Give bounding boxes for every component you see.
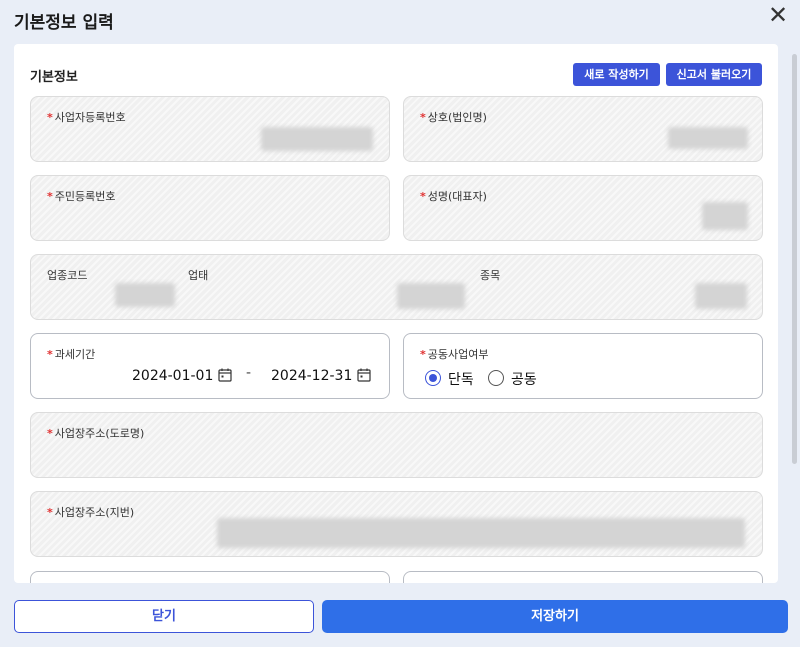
save-button[interactable]: 저장하기 xyxy=(322,600,788,633)
tax-period-field: * 과세기간 2024-01-01 - 2024-12-31 xyxy=(30,333,390,399)
modal-header: 기본정보 입력 ✕ xyxy=(0,0,800,44)
required-mark: * xyxy=(47,190,53,203)
date-separator: - xyxy=(246,365,252,381)
company-name-label: 상호(법인명) xyxy=(427,111,487,124)
business-type-label: 업태 xyxy=(188,269,209,282)
close-icon[interactable]: ✕ xyxy=(764,3,792,28)
business-reg-no-field[interactable]: * 사업자등록번호 xyxy=(30,96,390,162)
form-content: 기본정보 새로 작성하기 신고서 불러오기 * 사업자등록번호 * 상호(법인명) … xyxy=(14,44,778,583)
required-mark: * xyxy=(47,348,53,361)
new-write-button[interactable]: 새로 작성하기 xyxy=(573,63,660,86)
redacted-value xyxy=(702,202,748,230)
radio-single[interactable] xyxy=(425,370,441,386)
industry-code-label: 업종코드 xyxy=(47,269,88,282)
required-mark: * xyxy=(420,111,426,124)
modal-title: 기본정보 입력 xyxy=(14,13,114,33)
tax-period-start[interactable]: 2024-01-01 xyxy=(132,368,213,384)
required-mark: * xyxy=(47,506,53,519)
next-field-left[interactable] xyxy=(30,571,390,583)
address-lot-field[interactable]: * 사업장주소(지번) xyxy=(30,491,763,557)
representative-field[interactable]: * 성명(대표자) xyxy=(403,175,763,241)
resident-reg-no-field[interactable]: * 주민등록번호 xyxy=(30,175,390,241)
address-road-label: 사업장주소(도로명) xyxy=(54,427,145,440)
redacted-value xyxy=(695,283,747,309)
joint-business-label: 공동사업여부 xyxy=(427,348,489,361)
tax-period-end[interactable]: 2024-12-31 xyxy=(271,368,352,384)
radio-joint[interactable] xyxy=(488,370,504,386)
joint-business-field: * 공동사업여부 단독 공동 xyxy=(403,333,763,399)
radio-joint-label[interactable]: 공동 xyxy=(511,369,537,389)
address-lot-label: 사업장주소(지번) xyxy=(54,506,135,519)
section-title: 기본정보 xyxy=(30,70,78,85)
redacted-value xyxy=(261,127,373,151)
calendar-icon[interactable] xyxy=(357,368,371,382)
representative-label: 성명(대표자) xyxy=(427,190,487,203)
required-mark: * xyxy=(420,190,426,203)
resident-reg-no-label: 주민등록번호 xyxy=(54,190,116,203)
load-report-button[interactable]: 신고서 불러오기 xyxy=(666,63,762,86)
redacted-value xyxy=(217,518,745,548)
required-mark: * xyxy=(47,427,53,440)
radio-single-label[interactable]: 단독 xyxy=(448,369,474,389)
required-mark: * xyxy=(420,348,426,361)
redacted-value xyxy=(115,283,175,307)
footer: 닫기 저장하기 xyxy=(0,583,800,647)
scrollbar[interactable] xyxy=(788,42,800,583)
redacted-value xyxy=(668,127,748,149)
business-item-label: 종목 xyxy=(480,269,501,282)
close-button[interactable]: 닫기 xyxy=(14,600,314,633)
required-mark: * xyxy=(47,111,53,124)
calendar-icon[interactable] xyxy=(218,368,232,382)
tax-period-label: 과세기간 xyxy=(54,348,96,361)
business-reg-no-label: 사업자등록번호 xyxy=(54,111,126,124)
scrollbar-thumb[interactable] xyxy=(792,54,797,464)
next-field-right[interactable] xyxy=(403,571,763,583)
redacted-value xyxy=(397,283,465,309)
industry-field[interactable]: 업종코드 업태 종목 xyxy=(30,254,763,320)
address-road-field[interactable]: * 사업장주소(도로명) xyxy=(30,412,763,478)
company-name-field[interactable]: * 상호(법인명) xyxy=(403,96,763,162)
